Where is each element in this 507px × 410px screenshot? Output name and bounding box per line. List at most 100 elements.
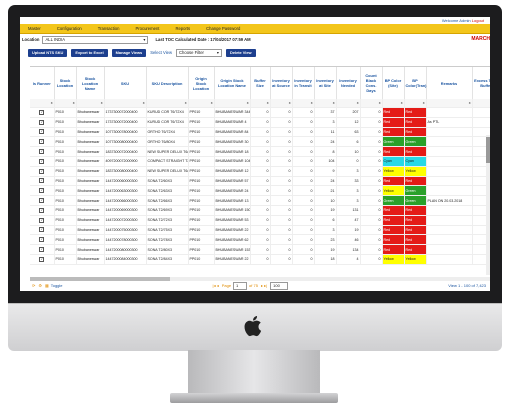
table-row[interactable]: ✓ P010 Bhubaneswar 1447200080000300 SONA T2/… — [30, 244, 490, 255]
menu-item-configuration[interactable]: Configuration — [49, 26, 90, 31]
settings-icon[interactable]: ⚙ — [38, 283, 42, 288]
filter-clear-icon[interactable]: x — [143, 101, 145, 105]
column-header[interactable]: Inventory at Site — [314, 67, 337, 99]
location-select[interactable]: ALL INDIA ▾ — [42, 35, 149, 44]
menu-item-reports[interactable]: Reports — [167, 26, 198, 31]
filter-clear-icon[interactable]: x — [247, 101, 249, 105]
filter-cell[interactable]: x — [76, 99, 105, 108]
refresh-icon[interactable]: ⟳ — [32, 283, 35, 288]
first-page-icon[interactable]: |◂ ◂ — [213, 283, 219, 288]
runner-checkbox[interactable]: ✓ — [39, 188, 45, 194]
filter-cell[interactable]: x — [426, 99, 473, 108]
table-row[interactable]: ✓ P010 Bhubaneswar 1837300080000400 NEW SUPE… — [30, 166, 490, 177]
runner-checkbox[interactable]: ✓ — [39, 178, 45, 184]
filter-clear-icon[interactable]: x — [311, 101, 313, 105]
page-size-select[interactable]: 100 — [270, 281, 289, 290]
table-row[interactable]: ✓ P010 Bhubaneswar 1447200066000300 SONA T2/… — [30, 195, 490, 206]
table-row[interactable]: ✓ P010 Bhubaneswar 1737300072000400 KURUD CO… — [30, 107, 490, 118]
column-header[interactable]: Inventory in Transit — [292, 67, 315, 99]
column-header[interactable]: SKU — [104, 67, 147, 99]
table-row[interactable]: ✓ P010 Bhubaneswar 1737300072000400 KURUD CO… — [30, 117, 490, 128]
column-header[interactable]: Stock Location Name — [76, 67, 105, 99]
filter-clear-icon[interactable]: x — [101, 101, 103, 105]
table-row[interactable]: ✓ P010 Bhubaneswar 1077300080000400 ORTHO T6… — [30, 136, 490, 148]
runner-checkbox[interactable]: ✓ — [39, 129, 45, 135]
filter-cell[interactable]: x — [472, 99, 490, 108]
column-header[interactable]: Is Runner — [30, 67, 55, 99]
column-header[interactable]: SKU Description — [146, 67, 189, 99]
table-row[interactable]: ✓ P010 Bhubaneswar 1077300078000400 ORTHO T6… — [30, 127, 490, 138]
runner-checkbox[interactable]: ✓ — [39, 207, 45, 213]
column-header[interactable]: Inventory at Source — [270, 67, 293, 99]
filter-cell[interactable]: x — [336, 99, 361, 108]
filter-cell[interactable]: x — [314, 99, 337, 108]
table-row[interactable]: ✓ P010 Bhubaneswar 4097200072000900 COMPACT … — [30, 156, 490, 167]
filter-cell[interactable]: x — [104, 99, 147, 108]
next-page-icon[interactable]: ▸ ▸| — [261, 283, 267, 288]
vertical-scrollbar[interactable] — [486, 135, 490, 275]
filter-clear-icon[interactable]: x — [357, 101, 359, 105]
runner-checkbox[interactable]: ✓ — [39, 256, 45, 262]
runner-checkbox[interactable]: ✓ — [39, 139, 45, 145]
table-row[interactable]: ✓ P010 Bhubaneswar 1447200060000300 SONA T2/… — [30, 176, 490, 187]
table-row[interactable]: ✓ P010 Bhubaneswar 1837300072000400 NEW SUPE… — [30, 146, 490, 157]
runner-checkbox[interactable]: ✓ — [39, 217, 45, 223]
menu-item-transaction[interactable]: Transaction — [90, 26, 128, 31]
menu-item-master[interactable]: Master — [20, 26, 49, 31]
filter-cell[interactable]: x — [188, 99, 215, 108]
runner-checkbox[interactable]: ✓ — [39, 237, 45, 243]
column-header[interactable]: BP Color(Tran) — [404, 67, 427, 99]
column-header[interactable]: Remarks — [426, 67, 473, 99]
filter-cell[interactable]: x — [146, 99, 189, 108]
view-select[interactable]: Choose Filter ▾ — [176, 48, 223, 57]
runner-checkbox[interactable]: ✓ — [39, 198, 45, 204]
table-row[interactable]: ✓ P010 Bhubaneswar 1447200069000300 SONA T2/… — [30, 205, 490, 216]
column-header[interactable]: Stock Location — [54, 67, 77, 99]
column-header[interactable]: BP Color (Site) — [382, 67, 405, 99]
delete-view-button[interactable]: Delete View — [226, 48, 256, 57]
filter-cell[interactable]: x — [54, 99, 77, 108]
filter-clear-icon[interactable]: x — [267, 101, 269, 105]
table-row[interactable]: ✓ P010 Bhubaneswar 1447200084000300 SONA T2/… — [30, 254, 490, 265]
table-row[interactable]: ✓ P010 Bhubaneswar 1447200078000300 SONA T2/… — [30, 234, 490, 246]
page-input[interactable]: 1 — [233, 281, 248, 290]
filter-clear-icon[interactable]: x — [423, 101, 425, 105]
filter-cell[interactable]: x — [214, 99, 251, 108]
filter-clear-icon[interactable]: x — [51, 101, 53, 105]
filter-clear-icon[interactable]: x — [333, 101, 335, 105]
toggle-icon[interactable]: ▦ — [45, 283, 49, 288]
runner-checkbox[interactable]: ✓ — [39, 119, 45, 125]
filter-cell[interactable]: x — [382, 99, 405, 108]
filter-clear-icon[interactable]: x — [73, 101, 75, 105]
column-header[interactable]: Buffer Size — [250, 67, 271, 99]
export-excel-button[interactable]: Export to Excel — [71, 48, 108, 57]
table-row[interactable]: ✓ P010 Bhubaneswar 1447200072000300 SONA T2/… — [30, 215, 490, 226]
column-header[interactable]: Excess Than Buffer — [472, 67, 490, 99]
manage-views-button[interactable]: Manage Views — [111, 48, 147, 57]
filter-cell[interactable]: x — [360, 99, 383, 108]
filter-clear-icon[interactable]: x — [379, 101, 381, 105]
column-header[interactable]: Origin Stock Location Name — [214, 67, 251, 99]
column-header[interactable]: Inventory Needed — [336, 67, 361, 99]
filter-cell[interactable]: x — [404, 99, 427, 108]
filter-clear-icon[interactable]: x — [401, 101, 403, 105]
column-header[interactable]: Count Black Cons. Days — [360, 67, 383, 99]
upload-nts-sku-button[interactable]: Upload NTS SKU — [28, 48, 68, 57]
filter-cell[interactable]: x — [250, 99, 271, 108]
filter-cell[interactable]: x — [30, 99, 55, 108]
scroll-thumb[interactable] — [486, 137, 490, 163]
filter-cell[interactable]: x — [270, 99, 293, 108]
column-header[interactable]: Origin Stock Location — [188, 67, 215, 99]
filter-cell[interactable]: x — [292, 99, 315, 108]
table-row[interactable]: ✓ P010 Bhubaneswar 1447200075000300 SONA T2/… — [30, 225, 490, 236]
runner-checkbox[interactable]: ✓ — [39, 109, 45, 115]
runner-checkbox[interactable]: ✓ — [39, 149, 45, 155]
runner-checkbox[interactable]: ✓ — [39, 247, 45, 253]
menu-item-procurement[interactable]: Procurement — [127, 26, 167, 31]
table-row[interactable]: ✓ P010 Bhubaneswar 1447200063000300 SONA T2/… — [30, 185, 490, 197]
runner-checkbox[interactable]: ✓ — [39, 158, 45, 164]
filter-clear-icon[interactable]: x — [185, 101, 187, 105]
toggle-label[interactable]: Toggle — [51, 283, 63, 288]
filter-clear-icon[interactable]: x — [211, 101, 213, 105]
filter-clear-icon[interactable]: x — [289, 101, 291, 105]
